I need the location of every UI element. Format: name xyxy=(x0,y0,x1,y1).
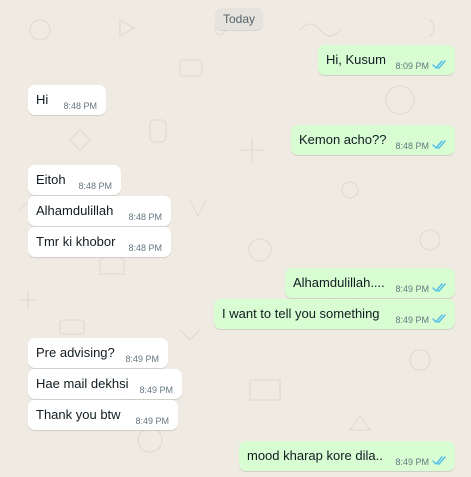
message-timestamp: 8:49 PM xyxy=(135,416,169,426)
message-text: Alhamdulillah.... xyxy=(293,275,385,290)
message-text: Hi xyxy=(36,92,49,107)
message-timestamp: 8:48 PM xyxy=(395,141,429,151)
message-timestamp: 8:49 PM xyxy=(139,385,173,395)
message-incoming[interactable]: Pre advising? 8:49 PM xyxy=(28,338,168,368)
message-incoming[interactable]: Thank you btw 8:49 PM xyxy=(28,400,178,430)
message-timestamp: 8:49 PM xyxy=(395,315,429,325)
message-text: Hae mail dekhsi xyxy=(36,376,129,391)
double-check-icon xyxy=(432,283,446,292)
message-text: Hi, Kusum xyxy=(326,52,386,67)
double-check-icon xyxy=(432,314,446,323)
message-timestamp: 8:09 PM xyxy=(395,61,429,71)
message-text: I want to tell you something xyxy=(222,306,380,321)
message-timestamp: 8:48 PM xyxy=(128,243,162,253)
double-check-icon xyxy=(432,60,446,69)
message-outgoing[interactable]: Hi, Kusum 8:09 PM xyxy=(318,45,455,75)
message-incoming[interactable]: Eitoh 8:48 PM xyxy=(28,165,121,195)
message-timestamp: 8:48 PM xyxy=(63,101,97,111)
message-outgoing[interactable]: mood kharap kore dila.. 8:49 PM xyxy=(239,441,455,471)
double-check-icon xyxy=(432,456,446,465)
message-incoming[interactable]: Hi 8:48 PM xyxy=(28,85,106,115)
message-incoming[interactable]: Hae mail dekhsi 8:49 PM xyxy=(28,369,182,399)
chat-panel[interactable]: Today Hi, Kusum 8:09 PM Hi 8:48 PM Kemon… xyxy=(0,0,471,477)
message-incoming[interactable]: Tmr ki khobor 8:48 PM xyxy=(28,227,171,257)
message-text: Pre advising? xyxy=(36,345,115,360)
message-text: Eitoh xyxy=(36,172,66,187)
message-text: Alhamdulillah xyxy=(36,203,114,218)
message-outgoing[interactable]: I want to tell you something 8:49 PM xyxy=(214,299,455,329)
message-text: Kemon acho?? xyxy=(299,132,387,147)
double-check-icon xyxy=(432,140,446,149)
message-outgoing[interactable]: Alhamdulillah.... 8:49 PM xyxy=(285,268,455,298)
message-timestamp: 8:49 PM xyxy=(395,284,429,294)
message-timestamp: 8:49 PM xyxy=(125,354,159,364)
message-text: mood kharap kore dila.. xyxy=(247,448,383,463)
message-incoming[interactable]: Alhamdulillah 8:48 PM xyxy=(28,196,171,226)
date-separator: Today xyxy=(215,8,263,30)
message-text: Tmr ki khobor xyxy=(36,234,116,249)
message-text: Thank you btw xyxy=(36,407,121,422)
message-timestamp: 8:49 PM xyxy=(395,457,429,467)
message-outgoing[interactable]: Kemon acho?? 8:48 PM xyxy=(291,125,455,155)
message-timestamp: 8:48 PM xyxy=(128,212,162,222)
message-timestamp: 8:48 PM xyxy=(78,181,112,191)
